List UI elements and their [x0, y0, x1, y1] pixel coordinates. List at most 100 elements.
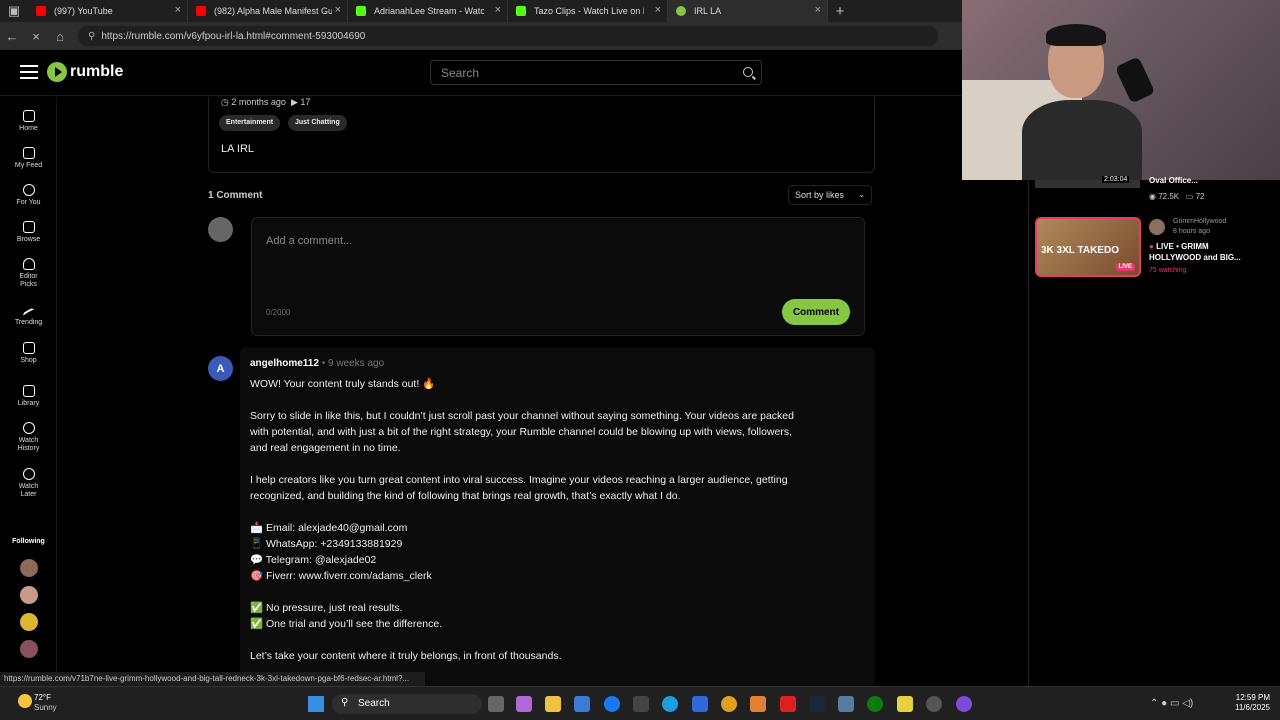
browser-tab[interactable]: Tazo Clips - Watch Live on K × — [508, 0, 668, 22]
comment-line: 💬 Telegram: @alexjade02 — [250, 554, 377, 566]
windows-start-icon[interactable] — [308, 696, 324, 712]
rumble-icon — [676, 6, 686, 16]
url-field[interactable]: ⚲ https://rumble.com/v6yfpou-irl-la.html… — [78, 26, 938, 46]
comment-submit-button[interactable]: Comment — [782, 299, 850, 325]
video-meta: ◷ 2 months ago ▶ 17 — [221, 97, 311, 107]
store-icon[interactable] — [574, 696, 590, 712]
live-channel[interactable]: GrimmHollywood — [1173, 218, 1226, 225]
tag-entertainment[interactable]: Entertainment — [219, 115, 281, 131]
search-icon: ⚲ — [341, 697, 349, 708]
site-info-icon[interactable]: ⚲ — [88, 31, 95, 42]
close-tab-icon[interactable]: × — [815, 4, 821, 16]
shop-icon — [22, 342, 35, 354]
tag-just-chatting[interactable]: Just Chatting — [288, 115, 347, 131]
youtube-icon[interactable] — [780, 696, 796, 712]
live-age: 8 hours ago — [1173, 228, 1210, 235]
live-title[interactable]: ● LIVE • GRIMM — [1149, 242, 1209, 251]
link-status-bar: https://rumble.com/v71b7ne-live-grimm-ho… — [0, 672, 425, 686]
search-input[interactable]: Search — [430, 60, 762, 85]
youtube-icon — [36, 6, 46, 16]
close-tab-icon[interactable]: × — [655, 4, 661, 16]
xbox-icon[interactable] — [867, 696, 883, 712]
sort-dropdown[interactable]: Sort by likes ⌄ — [788, 185, 872, 205]
browser-tab-active[interactable]: IRL LA × — [668, 0, 828, 22]
menu-icon[interactable] — [20, 65, 38, 79]
amazon-icon[interactable] — [633, 696, 649, 712]
tab-actions-icon[interactable]: ▣ — [0, 3, 28, 19]
following-avatar[interactable] — [20, 586, 38, 604]
sidebar-item-for-you[interactable]: For You — [0, 184, 57, 207]
comment-line: WOW! Your content truly stands out! 🔥 — [250, 378, 436, 390]
chevron-down-icon: ⌄ — [858, 190, 865, 199]
video-description: LA IRL — [221, 143, 255, 155]
browser-tab[interactable]: (997) YouTube × — [28, 0, 188, 22]
sidebar-item-shop[interactable]: Shop — [0, 342, 57, 365]
channel-avatar[interactable] — [1149, 219, 1165, 235]
weather-icon[interactable] — [18, 694, 32, 708]
taskbar: 72°F Sunny ⚲ Search ⌃ ● ▭ ◁) 12:59 PM 11… — [0, 686, 1280, 720]
rumble-logo[interactable]: rumble — [47, 62, 123, 82]
live-thumbnail[interactable]: 3K 3XL TAKEDO LIVE — [1035, 217, 1141, 277]
comment-age: 9 weeks ago — [327, 358, 385, 369]
sidebar-item-editor-picks[interactable]: Editor Picks — [0, 258, 57, 289]
taskbar-search[interactable]: ⚲ Search — [332, 694, 482, 714]
sidebar-item-home[interactable]: Home — [0, 110, 57, 133]
weather-widget[interactable]: 72°F Sunny — [34, 693, 57, 713]
browser-tab[interactable]: AdrianahLee Stream - Watch × — [348, 0, 508, 22]
notes-icon[interactable] — [897, 696, 913, 712]
comment-line: 📩 Email: alexjade40@gmail.com — [250, 522, 408, 534]
chrome-icon[interactable] — [721, 696, 737, 712]
edge-icon[interactable] — [662, 696, 678, 712]
comment-author[interactable]: angelhome112 — [250, 358, 319, 369]
home-icon — [22, 110, 35, 122]
comment-count: 1 Comment — [208, 190, 263, 201]
close-tab-icon[interactable]: × — [335, 4, 341, 16]
comment-line: Sorry to slide in like this, but I could… — [250, 410, 794, 422]
tray-icons[interactable]: ⌃ ● ▭ ◁) — [1150, 698, 1193, 709]
sidebar-item-watch-history[interactable]: Watch History — [0, 422, 57, 453]
live-dot-icon: ● — [1149, 242, 1154, 251]
browser-tab[interactable]: (982) Alpha Male Manifest Guru R × — [188, 0, 348, 22]
live-title-line2[interactable]: HOLLYWOOD and BIG... — [1149, 253, 1241, 262]
clock-icon: ◷ — [221, 97, 229, 107]
eye-icon: ◉ — [1149, 192, 1156, 201]
close-tab-icon[interactable]: × — [175, 4, 181, 16]
settings-icon[interactable] — [838, 696, 854, 712]
following-avatar[interactable] — [20, 613, 38, 631]
sidebar-item-library[interactable]: Library — [0, 385, 57, 408]
sidebar-item-browse[interactable]: Browse — [0, 221, 57, 244]
task-view-icon[interactable] — [488, 696, 504, 712]
app-icon[interactable] — [956, 696, 972, 712]
comment-line: 🎯 Fiverr: www.fiverr.com/adams_clerk — [250, 570, 432, 582]
sidebar-item-watch-later[interactable]: Watch Later — [0, 468, 57, 499]
comment-avatar[interactable]: A — [208, 356, 233, 381]
file-explorer-icon[interactable] — [545, 696, 561, 712]
following-avatar[interactable] — [20, 559, 38, 577]
steam-icon[interactable] — [809, 696, 825, 712]
comment-line: ✅ No pressure, just real results. — [250, 602, 403, 614]
comment-header: angelhome112 • 9 weeks ago — [250, 358, 385, 369]
prev-title[interactable]: Oval Office... — [1149, 176, 1198, 185]
following-avatar[interactable] — [20, 640, 38, 658]
copilot-icon[interactable] — [516, 696, 532, 712]
stop-icon[interactable]: × — [24, 29, 48, 44]
obs-icon[interactable] — [926, 696, 942, 712]
close-tab-icon[interactable]: × — [495, 4, 501, 16]
vlc-icon[interactable] — [750, 696, 766, 712]
youtube-icon — [196, 6, 206, 16]
kick-icon — [516, 6, 526, 16]
webcam-person-hair — [1046, 24, 1106, 46]
home-icon[interactable]: ⌂ — [48, 29, 72, 44]
comment-icon: ▭ — [1185, 192, 1194, 201]
back-icon[interactable]: ← — [0, 29, 24, 44]
sidebar-item-my-feed[interactable]: My Feed — [0, 147, 57, 170]
comment-input[interactable]: Add a comment... 0/2000 Comment — [251, 217, 865, 336]
sidebar: Home My Feed For You Browse Editor Picks… — [0, 97, 57, 686]
sidebar-item-trending[interactable]: Trending — [0, 305, 57, 327]
calculator-icon[interactable] — [692, 696, 708, 712]
search-icon[interactable] — [743, 67, 753, 77]
comment-line: Let’s take your content where it truly b… — [250, 650, 562, 662]
clock[interactable]: 12:59 PM 11/6/2025 — [1226, 693, 1270, 713]
new-tab-button[interactable]: + — [828, 3, 852, 20]
facebook-icon[interactable] — [604, 696, 620, 712]
